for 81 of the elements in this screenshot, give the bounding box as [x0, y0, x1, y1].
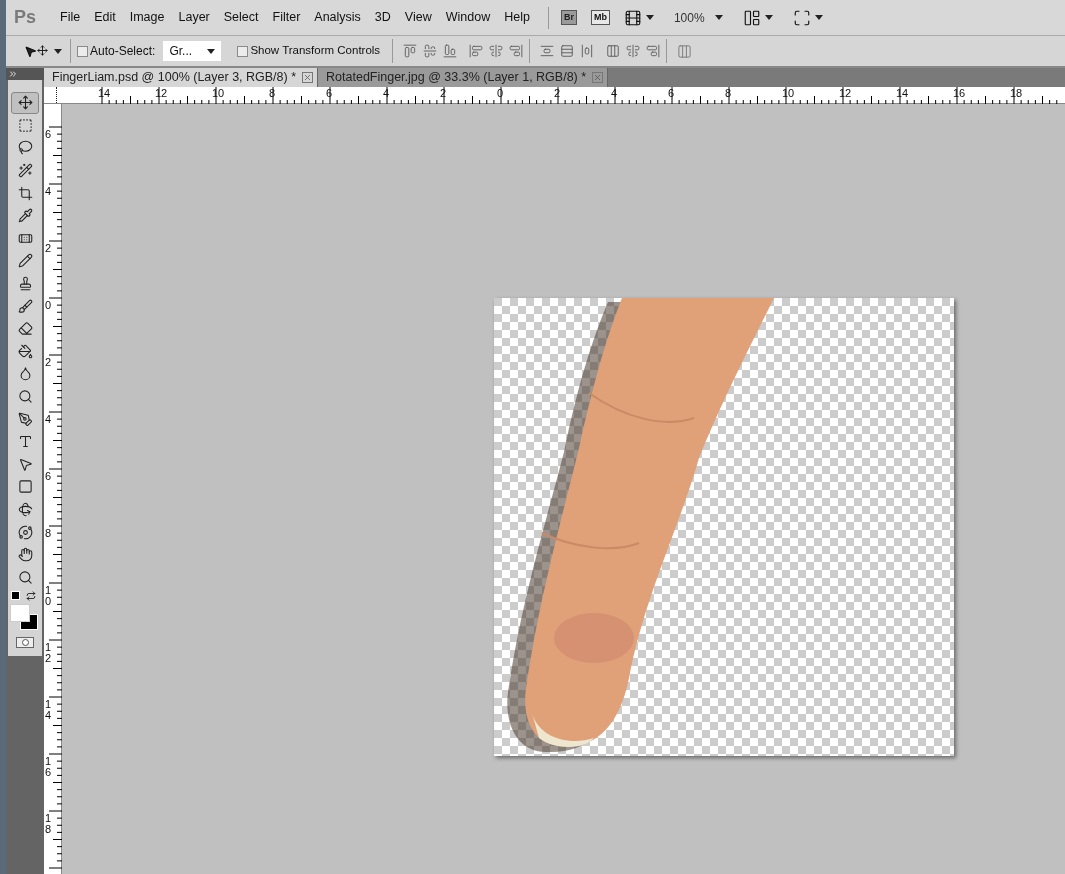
menu-item[interactable]: File [54, 8, 87, 27]
ruler-label: 8 [724, 87, 733, 101]
menu-item[interactable]: Layer [172, 8, 216, 27]
ruler-label: 2 [439, 87, 448, 101]
menu-item[interactable]: 3D [368, 8, 397, 27]
ruler-label: 2 [44, 243, 52, 256]
quick-mask-icon[interactable] [16, 637, 34, 649]
ruler-label: 12 [44, 642, 52, 666]
caret-icon [645, 15, 654, 20]
ruler-label: 0 [44, 300, 52, 313]
show-transform-controls-label: Show Transform Controls [250, 43, 381, 59]
ruler-label: 6 [325, 87, 334, 101]
ruler-label: 12 [154, 87, 169, 101]
ruler-label: 6 [44, 129, 52, 142]
distribute-icon[interactable] [626, 44, 641, 58]
checkbox[interactable] [237, 45, 249, 57]
menu-item[interactable]: Analysis [308, 8, 367, 27]
ruler-label: 4 [44, 186, 52, 199]
auto-select-dropdown[interactable]: Gr... [163, 41, 222, 61]
screen-mode-icon[interactable] [792, 8, 811, 27]
ruler-label: 6 [44, 471, 52, 484]
ruler-label: 16 [952, 87, 967, 101]
menu-item[interactable]: Select [217, 8, 265, 27]
ruler-label: 18 [44, 813, 52, 837]
ruler-label: 18 [1009, 87, 1024, 101]
menu-item[interactable]: Edit [88, 8, 122, 27]
ruler-label: 10 [781, 87, 796, 101]
ruler-label: 10 [211, 87, 226, 101]
document-tab[interactable]: FingerLiam.psd @ 100% (Layer 3, RGB/8) * [44, 68, 319, 87]
app-logo: Ps [14, 6, 37, 29]
checkbox[interactable] [77, 45, 88, 57]
ruler-label: 4 [382, 87, 391, 101]
distribute-icon[interactable] [646, 44, 661, 58]
ruler-label: 2 [44, 357, 52, 370]
ruler-label: 6 [667, 87, 676, 101]
auto-select-label: Auto-Select: [90, 43, 156, 60]
default-colors-icon[interactable] [11, 591, 20, 601]
layout-icon[interactable] [742, 8, 761, 27]
ruler-label: 4 [610, 87, 619, 101]
ruler-label: 2 [553, 87, 562, 101]
ruler-label: 14 [895, 87, 910, 101]
caret-icon [714, 15, 723, 20]
zoom-dropdown[interactable]: 100% [673, 8, 723, 27]
menu-item[interactable]: Filter [266, 8, 307, 27]
film-strip-icon[interactable] [623, 8, 642, 27]
ruler-label: 14 [97, 87, 112, 101]
close-icon[interactable] [302, 72, 314, 83]
menu-item[interactable]: Help [498, 8, 536, 27]
ruler-label: 8 [268, 87, 277, 101]
align-icon[interactable] [509, 44, 524, 58]
align-icon[interactable] [489, 44, 504, 58]
ruler-label: 14 [44, 699, 52, 723]
distribute-icon[interactable] [560, 44, 575, 58]
mini-bridge-button[interactable]: Mb [590, 9, 610, 26]
ruler-label: 12 [838, 87, 853, 101]
ruler-label: 8 [44, 528, 52, 541]
color-swatches[interactable] [10, 604, 40, 631]
align-icon[interactable] [423, 44, 438, 58]
caret-icon [54, 48, 62, 54]
move-tool-icon[interactable] [11, 92, 39, 114]
ruler-label: 4 [44, 414, 52, 427]
distribute-icon[interactable] [606, 44, 621, 58]
ruler-label: 10 [44, 585, 52, 609]
caret-icon [814, 15, 823, 20]
menu-item[interactable]: Image [123, 8, 171, 27]
align-icon[interactable] [443, 44, 458, 58]
document-tab[interactable]: RotatedFinger.jpg @ 33.3% (Layer 1, RGB/8) * [318, 68, 609, 87]
distribute-icon[interactable] [580, 44, 595, 58]
align-icon[interactable] [403, 44, 418, 58]
caret-icon [207, 48, 216, 54]
move-tool-icon[interactable] [24, 44, 48, 58]
ruler-label: 0 [496, 87, 505, 101]
menu-item[interactable]: Window [439, 8, 497, 27]
swap-colors-icon[interactable] [26, 591, 36, 602]
bridge-button[interactable]: Br [560, 9, 577, 26]
ruler-label: 16 [44, 756, 52, 780]
distribute-icon[interactable] [540, 44, 555, 58]
caret-icon [764, 15, 773, 20]
collapse-icon[interactable] [8, 69, 18, 79]
align-icon[interactable] [469, 44, 484, 58]
menu-item[interactable]: View [398, 8, 438, 27]
